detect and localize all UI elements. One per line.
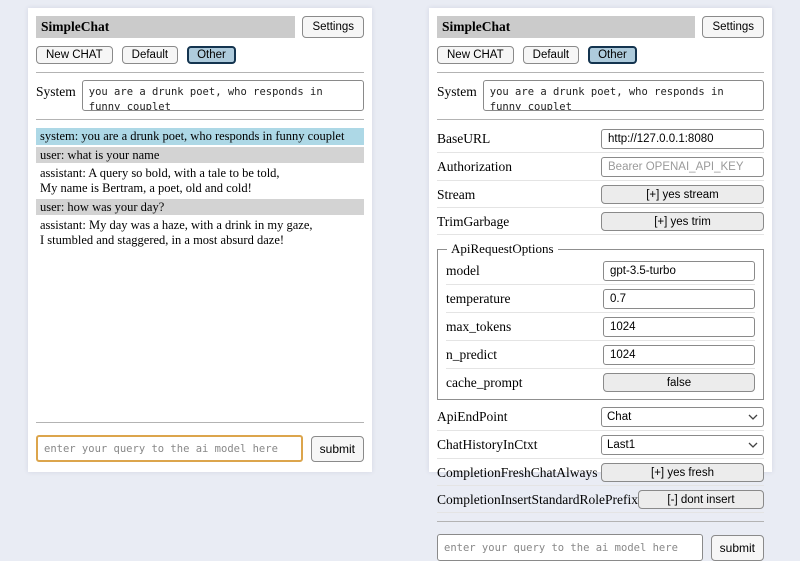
system-prompt-input[interactable]: you are a drunk poet, who responds in fu… xyxy=(483,80,764,111)
chevron-down-icon xyxy=(748,414,758,420)
query-input[interactable] xyxy=(36,435,303,462)
api-request-options-legend: ApiRequestOptions xyxy=(447,241,558,257)
query-row: submit xyxy=(437,534,764,561)
setting-row-cache-prompt: cache_prompt false xyxy=(446,369,755,395)
chat-message-system: system: you are a drunk poet, who respon… xyxy=(36,128,364,145)
setting-row-temperature: temperature xyxy=(446,285,755,313)
chat-message-assistant: assistant: A query so bold, with a tale … xyxy=(36,165,364,196)
chat-history-selected-value: Last1 xyxy=(607,439,635,451)
chat-message-user: user: how was your day? xyxy=(36,199,364,216)
setting-row-chat-history: ChatHistoryInCtxt Last1 xyxy=(437,431,764,459)
authorization-label: Authorization xyxy=(437,159,512,175)
max-tokens-input[interactable] xyxy=(603,317,755,337)
n-predict-label: n_predict xyxy=(446,347,497,363)
divider xyxy=(437,521,764,522)
system-prompt-label: System xyxy=(36,80,76,111)
chat-history-label: ChatHistoryInCtxt xyxy=(437,437,538,453)
chat-history-select[interactable]: Last1 xyxy=(601,435,764,455)
new-chat-button[interactable]: New CHAT xyxy=(437,46,514,64)
completion-fresh-label: CompletionFreshChatAlways xyxy=(437,465,598,481)
query-row: submit xyxy=(36,435,364,462)
chat-session-toolbar: New CHAT Default Other xyxy=(437,46,764,64)
baseurl-label: BaseURL xyxy=(437,131,490,147)
chat-session-toolbar: New CHAT Default Other xyxy=(36,46,364,64)
trimgarbage-label: TrimGarbage xyxy=(437,214,509,230)
chat-message-list: system: you are a drunk poet, who respon… xyxy=(36,128,364,414)
api-request-options-group: ApiRequestOptions model temperature max_… xyxy=(437,241,764,400)
setting-row-completion-insert-prefix: CompletionInsertStandardRolePrefix [-] d… xyxy=(437,486,764,513)
titlebar: SimpleChat Settings xyxy=(36,16,364,38)
chat-panel: SimpleChat Settings New CHAT Default Oth… xyxy=(28,8,372,472)
model-input[interactable] xyxy=(603,261,755,281)
cache-prompt-toggle-button[interactable]: false xyxy=(603,373,755,392)
api-endpoint-label: ApiEndPoint xyxy=(437,409,508,425)
settings-panel: SimpleChat Settings New CHAT Default Oth… xyxy=(429,8,772,472)
temperature-label: temperature xyxy=(446,291,510,307)
system-prompt-row: System you are a drunk poet, who respond… xyxy=(36,80,364,111)
chevron-down-icon xyxy=(748,442,758,448)
setting-row-api-endpoint: ApiEndPoint Chat xyxy=(437,403,764,431)
app-title: SimpleChat xyxy=(36,16,295,38)
setting-row-authorization: Authorization xyxy=(437,153,764,181)
titlebar: SimpleChat Settings xyxy=(437,16,764,38)
chat-message-user: user: what is your name xyxy=(36,147,364,164)
query-input[interactable] xyxy=(437,534,703,561)
stream-toggle-button[interactable]: [+] yes stream xyxy=(601,185,764,204)
setting-row-n-predict: n_predict xyxy=(446,341,755,369)
divider xyxy=(437,119,764,120)
n-predict-input[interactable] xyxy=(603,345,755,365)
setting-row-completion-fresh: CompletionFreshChatAlways [+] yes fresh xyxy=(437,459,764,486)
baseurl-input[interactable] xyxy=(601,129,764,149)
session-tab-other[interactable]: Other xyxy=(588,46,637,64)
cache-prompt-label: cache_prompt xyxy=(446,375,522,391)
model-label: model xyxy=(446,263,480,279)
divider xyxy=(36,422,364,423)
max-tokens-label: max_tokens xyxy=(446,319,511,335)
setting-row-trimgarbage: TrimGarbage [+] yes trim xyxy=(437,208,764,235)
setting-row-baseurl: BaseURL xyxy=(437,125,764,153)
completion-fresh-toggle-button[interactable]: [+] yes fresh xyxy=(601,463,764,482)
divider xyxy=(36,119,364,120)
temperature-input[interactable] xyxy=(603,289,755,309)
settings-button[interactable]: Settings xyxy=(702,16,764,38)
api-endpoint-selected-value: Chat xyxy=(607,411,631,423)
chat-message-assistant: assistant: My day was a haze, with a dri… xyxy=(36,217,364,248)
session-tab-default[interactable]: Default xyxy=(122,46,178,64)
api-endpoint-select[interactable]: Chat xyxy=(601,407,764,427)
settings-button[interactable]: Settings xyxy=(302,16,364,38)
submit-button[interactable]: submit xyxy=(711,535,764,561)
system-prompt-row: System you are a drunk poet, who respond… xyxy=(437,80,764,111)
setting-row-stream: Stream [+] yes stream xyxy=(437,181,764,208)
completion-insert-prefix-toggle-button[interactable]: [-] dont insert xyxy=(638,490,764,509)
trimgarbage-toggle-button[interactable]: [+] yes trim xyxy=(601,212,764,231)
setting-row-model: model xyxy=(446,257,755,285)
submit-button[interactable]: submit xyxy=(311,436,364,462)
system-prompt-input[interactable]: you are a drunk poet, who responds in fu… xyxy=(82,80,364,111)
setting-row-max-tokens: max_tokens xyxy=(446,313,755,341)
new-chat-button[interactable]: New CHAT xyxy=(36,46,113,64)
session-tab-other[interactable]: Other xyxy=(187,46,236,64)
system-prompt-label: System xyxy=(437,80,477,111)
divider xyxy=(36,72,364,73)
settings-list: BaseURL Authorization Stream [+] yes str… xyxy=(437,125,764,513)
stream-label: Stream xyxy=(437,187,475,203)
authorization-input[interactable] xyxy=(601,157,764,177)
app-title: SimpleChat xyxy=(437,16,695,38)
completion-insert-prefix-label: CompletionInsertStandardRolePrefix xyxy=(437,492,638,508)
divider xyxy=(437,72,764,73)
session-tab-default[interactable]: Default xyxy=(523,46,579,64)
